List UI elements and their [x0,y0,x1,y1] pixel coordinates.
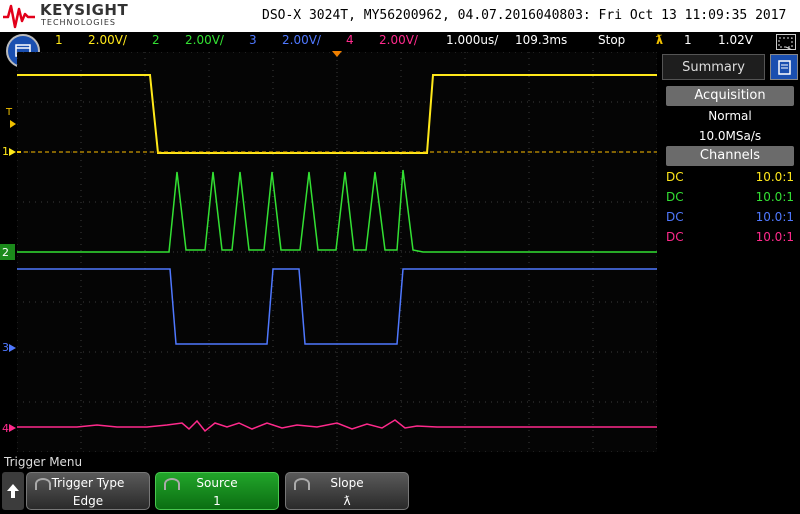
trigger-type-value: Edge [72,494,104,508]
ch1-scale[interactable]: 2.00V/ [88,33,127,47]
trigger-slope-icon: ƛ [656,33,664,47]
slope-label: Slope [330,476,364,490]
source-label: Source [196,476,238,490]
trigger-marker[interactable]: T [5,107,13,118]
ch1-probe: 10.0:1 [755,170,794,184]
ch4-scale[interactable]: 2.00V/ [379,33,418,47]
trigger-level[interactable]: 1.02V [718,33,753,47]
ch2-number[interactable]: 2 [152,33,160,47]
source-softkey[interactable]: Source 1 [155,472,279,510]
ch2-probe: 10.0:1 [755,190,794,204]
acquisition-header: Acquisition [666,86,794,106]
softkey-menu: Trigger Menu Trigger Type Edge Source 1 … [0,452,800,512]
keysight-logo-icon [3,4,35,29]
channel-row-3: DC 10.0:1 [666,208,794,228]
ch1-waveform [17,74,657,154]
arrow-up-icon [7,484,19,498]
ch3-coupling: DC [666,210,684,224]
document-icon [778,60,791,75]
ch1-number[interactable]: 1 [55,33,63,47]
ch1-coupling: DC [666,170,684,184]
timebase[interactable]: 1.000us/ [446,33,498,47]
ch4-probe: 10.0:1 [755,230,794,244]
brand-name: KEYSIGHT [40,1,129,19]
channel-row-2: DC 10.0:1 [666,188,794,208]
menu-title: Trigger Menu [4,455,83,469]
ch3-ground-marker[interactable]: 3 [2,341,9,354]
ch4-waveform [17,419,657,433]
ch1-ground-marker[interactable]: 1 [2,145,9,158]
channel-row-1: DC 10.0:1 [666,168,794,188]
slope-softkey[interactable]: Slope ƛ [285,472,409,510]
ch3-number[interactable]: 3 [249,33,257,47]
channel-markers: T 1 2 3 4 [0,107,16,435]
tab-settings[interactable] [770,54,798,80]
sample-rate: 10.0MSa/s [698,129,762,143]
status-bar: 1 2.00V/ 2 2.00V/ 3 2.00V/ 4 2.00V/ 1.00… [0,32,800,50]
tab-summary[interactable]: Summary [662,54,765,80]
ch2-ground-marker[interactable]: 2 [2,246,9,259]
back-button[interactable] [2,472,24,510]
ch2-coupling: DC [666,190,684,204]
ch3-scale[interactable]: 2.00V/ [282,33,321,47]
trigger-type-label: Trigger Type [51,476,125,490]
ch2-waveform [17,169,657,253]
channels-header: Channels [666,146,794,166]
run-state[interactable]: Stop [598,33,625,47]
delay[interactable]: 109.3ms [515,33,567,47]
ch2-scale[interactable]: 2.00V/ [185,33,224,47]
trigger-source[interactable]: 1 [684,33,692,47]
menu-toggle-button[interactable] [776,34,796,51]
title-bar: KEYSIGHT TECHNOLOGIES DSO-X 3024T, MY562… [0,0,800,32]
device-info: DSO-X 3024T, MY56200962, 04.07.201604080… [262,8,787,23]
dotted-box-icon [778,37,793,51]
channel-row-4: DC 10.0:1 [666,228,794,248]
ch4-coupling: DC [666,230,684,244]
acquisition-mode: Normal [708,109,752,123]
source-value: 1 [213,494,221,508]
ch3-probe: 10.0:1 [755,210,794,224]
ch4-number[interactable]: 4 [346,33,354,47]
brand-subtitle: TECHNOLOGIES [41,18,116,27]
waveform-display[interactable] [17,52,657,452]
slope-value: ƛ [343,494,351,508]
summary-sidebar: Summary Acquisition Normal 10.0MSa/s Cha… [660,52,800,452]
trigger-position-icon[interactable] [331,50,343,58]
ch4-ground-marker[interactable]: 4 [2,422,9,435]
trigger-type-softkey[interactable]: Trigger Type Edge [26,472,150,510]
